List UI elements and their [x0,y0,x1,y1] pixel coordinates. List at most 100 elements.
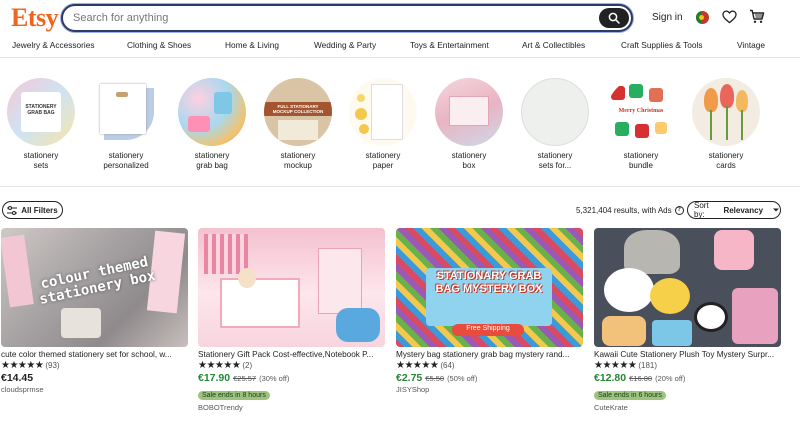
search-icon [608,12,620,24]
shop-name[interactable]: CuteKrate [594,403,781,412]
price-row: €14.45 [1,372,188,384]
product-card[interactable]: Stationery Gift Pack Cost-effective,Note… [198,228,385,412]
price-row: €17.90 €25.57 (30% off) [198,372,385,384]
shop-name[interactable]: BOBOTrendy [198,403,385,412]
nav-jewelry[interactable]: Jewelry & Accessories [12,40,95,50]
circle-image [178,78,246,146]
circle-image [521,78,589,146]
cart-icon[interactable] [749,9,765,24]
nav-clothing[interactable]: Clothing & Shoes [127,40,191,50]
product-image-text: STATIONARY GRAB BAG MYSTERY BOX [435,270,543,295]
related-search-cards[interactable]: stationery cards [686,78,766,171]
nav-toys[interactable]: Toys & Entertainment [410,40,489,50]
search-button[interactable] [599,8,629,28]
rating-row: ★★★★★ (93) [1,360,188,371]
related-search-grab-bag[interactable]: stationery grab bag [172,78,252,171]
sort-dropdown[interactable]: Sort by: Relevancy [687,201,781,219]
nav-divider [0,57,800,58]
related-search-mockup[interactable]: FULL STATIONARY MOCKUP COLLECTION statio… [258,78,338,171]
product-image[interactable] [198,228,385,347]
review-count: (64) [440,361,455,370]
shop-name[interactable]: JISYShop [396,385,583,394]
related-search-paper[interactable]: stationery paper [343,78,423,171]
circle-label: stationery cards [708,151,744,170]
nav-wedding[interactable]: Wedding & Party [314,40,376,50]
shop-name[interactable]: cloudsprmse [1,385,188,394]
product-image-subtext: Free Shipping [466,325,510,332]
sort-label: Sort by: [694,201,709,219]
circle-image-text: STATIONERY GRAB BAG [25,104,57,116]
circle-label: stationery grab bag [194,151,230,170]
all-filters-label: All Filters [21,205,58,215]
product-title[interactable]: Kawaii Cute Stationery Plush Toy Mystery… [594,350,781,359]
circle-image: STATIONERY GRAB BAG [7,78,75,146]
product-card[interactable]: STATIONARY GRAB BAG MYSTERY BOX Free Shi… [396,228,583,394]
circle-label: stationery box [451,151,487,170]
circle-label: stationery sets [23,151,59,170]
nav-art[interactable]: Art & Collectibles [522,40,585,50]
rating-row: ★★★★★ (64) [396,360,583,371]
category-nav: Jewelry & Accessories Clothing & Shoes H… [0,40,800,54]
circle-label: stationery paper [365,151,401,170]
circle-image [435,78,503,146]
related-search-sets-for[interactable]: stationery sets for... [515,78,595,171]
product-card[interactable]: colour themed stationery box cute color … [1,228,188,394]
product-image[interactable]: STATIONARY GRAB BAG MYSTERY BOX Free Shi… [396,228,583,347]
info-icon[interactable]: ? [674,206,684,215]
product-card[interactable]: Kawaii Cute Stationery Plush Toy Mystery… [594,228,781,412]
section-divider [0,186,800,187]
product-price: €17.90 [198,372,231,384]
all-filters-button[interactable]: All Filters [2,201,63,219]
discount-percent: (30% off) [259,374,290,383]
review-count: (181) [638,361,658,370]
discount-percent: (20% off) [655,374,686,383]
product-title[interactable]: Mystery bag stationery grab bag mystery … [396,350,583,359]
product-price: €14.45 [1,372,34,384]
results-count: 5,321,404 results, with Ads ? [576,206,684,215]
product-title[interactable]: cute color themed stationery set for sch… [1,350,188,359]
nav-home-living[interactable]: Home & Living [225,40,279,50]
circle-label: stationery mockup [280,151,316,170]
original-price: €5.50 [425,374,445,383]
heart-icon[interactable] [722,10,737,24]
review-count: (2) [242,361,253,370]
discount-percent: (50% off) [447,374,478,383]
circle-label: stationery sets for... [537,151,573,170]
site-header: Etsy Sign in [0,0,800,36]
product-title[interactable]: Stationery Gift Pack Cost-effective,Note… [198,350,385,359]
rating-row: ★★★★★ (2) [198,360,385,371]
circle-image: Merry Christmas [607,78,675,146]
related-search-box[interactable]: stationery box [429,78,509,171]
review-count: (93) [45,361,60,370]
circle-image: FULL STATIONARY MOCKUP COLLECTION [264,78,332,146]
nav-vintage[interactable]: Vintage [737,40,765,50]
star-rating: ★★★★★ [396,359,439,371]
circle-label: stationery personalized [103,151,149,170]
circle-label: stationery bundle [623,151,659,170]
portugal-flag-icon[interactable] [696,11,709,24]
related-search-personalized[interactable]: stationery personalized [86,78,166,171]
star-rating: ★★★★★ [1,359,44,371]
circle-image [92,78,160,146]
nav-craft[interactable]: Craft Supplies & Tools [621,40,702,50]
product-price: €2.75 [396,372,423,384]
related-search-sets[interactable]: STATIONERY GRAB BAG stationery sets [1,78,81,171]
etsy-logo[interactable]: Etsy [11,3,59,33]
sign-in-link[interactable]: Sign in [652,12,683,23]
filter-icon [7,205,18,215]
product-image[interactable] [594,228,781,347]
related-search-bundle[interactable]: Merry Christmas stationery bundle [601,78,681,171]
rating-row: ★★★★★ (181) [594,360,781,371]
circle-image [349,78,417,146]
price-row: €2.75 €5.50 (50% off) [396,372,583,384]
circle-image-text: FULL STATIONARY MOCKUP COLLECTION [272,104,324,114]
star-rating: ★★★★★ [594,359,637,371]
sort-value: Relevancy [723,205,764,215]
original-price: €16.00 [629,374,653,383]
product-image[interactable]: colour themed stationery box [1,228,188,347]
product-price: €12.80 [594,372,627,384]
circle-image [692,78,760,146]
chevron-down-icon [773,208,780,212]
sale-badge: Sale ends in 8 hours [198,391,270,400]
search-input[interactable] [73,9,593,27]
